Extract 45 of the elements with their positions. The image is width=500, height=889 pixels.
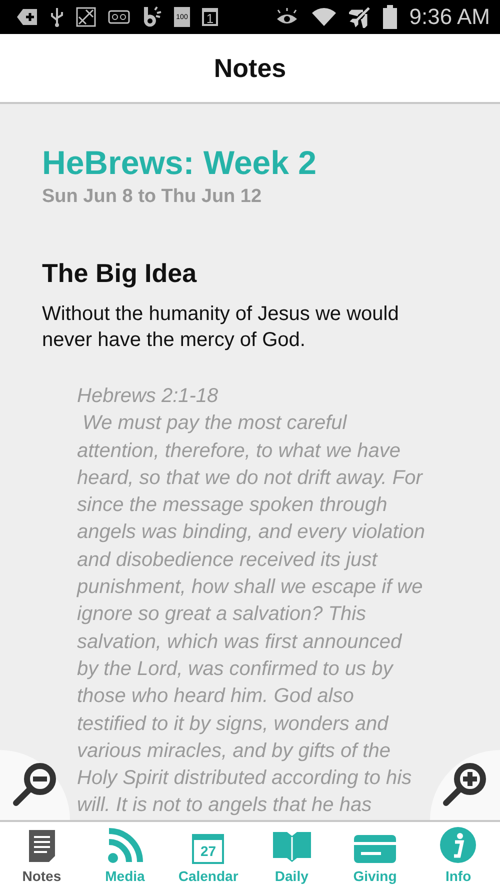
card-icon (352, 834, 397, 864)
scripture-line: ignore so great a salvation? This (77, 602, 368, 628)
document-icon (26, 828, 57, 864)
calendar-icon: 27 (192, 834, 224, 864)
page-title: Notes (214, 52, 286, 84)
nav-tab[interactable]: Info (416, 822, 500, 889)
app-icon (76, 7, 96, 27)
nav-tab[interactable]: Media (83, 822, 167, 889)
scripture-line: angels was binding, and every violation (77, 520, 426, 546)
scripture-line: We must pay the most careful (82, 411, 348, 436)
scripture-line: those who heard him. God also (77, 684, 355, 710)
scripture-reference: Hebrews 2:1-18 (77, 384, 220, 409)
book-icon (270, 830, 313, 864)
add-icon (16, 8, 38, 26)
usb-icon (50, 7, 64, 27)
scripture-line: heard, so that we do not drift away. For (77, 466, 424, 491)
wifi-icon (311, 7, 338, 27)
zoom-out-icon (12, 762, 58, 808)
scripture-line: testified to it by signs, wonders and (77, 712, 390, 737)
zoom-in-icon (442, 762, 488, 808)
scripture-line: since the message spoken through (77, 493, 388, 518)
scripture-line: will. It is not to angels that he has (77, 793, 373, 818)
scripture-line: various miracles, and by gifts of the (77, 738, 392, 764)
rss-icon (106, 828, 143, 864)
date-range: Sun Jun 8 to Thu Jun 12 (42, 186, 263, 208)
scripture-line: by the Lord, was confirmed to us by (77, 656, 394, 682)
nav-tab[interactable]: 27 Calendar (166, 822, 250, 889)
calendar-label: 1 (202, 8, 218, 26)
battery-icon (383, 5, 398, 29)
eye-icon (275, 8, 300, 26)
info-icon (439, 826, 478, 864)
big-idea-text: Without the humanity of Jesus we would never have the mercy of God. (42, 302, 400, 353)
voicemail-icon (108, 10, 130, 24)
app-icon (142, 6, 162, 28)
scripture-line: Holy Spirit distributed according to his (77, 766, 413, 792)
scripture-line: salvation, which was first announced (77, 630, 404, 655)
scripture-line: punishment, how shall we escape if we (77, 575, 424, 600)
series-title: HeBrews: Week 2 (42, 144, 318, 182)
nav-tab[interactable]: Daily (250, 822, 334, 889)
scripture-line: attention, therefore, to what we have (77, 438, 402, 464)
clock: 9:36 AM (409, 4, 490, 30)
scripture-line: and disobedience received its just (77, 548, 379, 573)
nav-tab[interactable]: Notes (0, 822, 84, 889)
section-heading: The Big Idea (42, 258, 198, 289)
nav-tab[interactable]: Giving (333, 822, 417, 889)
